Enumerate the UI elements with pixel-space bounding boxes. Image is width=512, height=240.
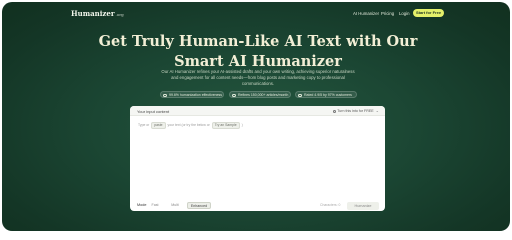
mode-enhanced-button[interactable]: Enhanced <box>187 201 211 209</box>
character-count: Characters: 0 <box>320 203 341 207</box>
chevron-down-icon: ⌄ <box>375 108 379 113</box>
hero-title: Get Truly Human-Like AI Text with Our Sm… <box>98 32 418 72</box>
star-icon <box>298 93 302 97</box>
humanize-button[interactable]: Humanize <box>347 201 379 210</box>
hero-subtitle: Our AI Humanizer refines your AI-assiste… <box>161 69 355 86</box>
editor-card: Your input content Turn this into for FR… <box>130 106 385 211</box>
mode-multi-button[interactable]: Multi <box>167 202 183 209</box>
mode-label: Mode <box>137 203 147 207</box>
hint-middle: your text (or try the below or <box>167 123 210 127</box>
page-frame: Humanizer.org AI Humanizer Pricing Login… <box>2 2 510 231</box>
logo-text: Humanizer <box>71 9 115 18</box>
check-circle-icon <box>163 93 167 97</box>
editor-header: Your input content Turn this into for FR… <box>130 106 385 116</box>
top-nav: Humanizer.org AI Humanizer Pricing Login… <box>2 2 510 24</box>
badge-rating: Rated 4.9/5 by 97% customers <box>295 91 357 98</box>
badge-effectiveness: 99.6% humanization effectiveness <box>160 91 224 98</box>
badge-label: Rated 4.9/5 by 97% customers <box>304 93 352 97</box>
hero-title-line1: Get Truly Human-Like AI Text with Our <box>98 33 418 50</box>
output-mode-select[interactable]: Turn this into for FREE ⌄ <box>333 108 379 114</box>
output-mode-label: Turn this into for FREE <box>337 109 374 113</box>
try-sample-chip[interactable]: Try an Sample <box>211 122 240 129</box>
editor-footer: Mode Fast Multi Enhanced Characters: 0 H… <box>130 199 385 211</box>
hint-prefix: Type or <box>138 123 150 127</box>
nav-link-pricing[interactable]: Pricing <box>381 11 394 16</box>
stats-badges: 99.6% humanization effectiveness Refines… <box>2 91 510 98</box>
input-hint[interactable]: Type or paste your text (or try the belo… <box>138 122 243 129</box>
paste-chip[interactable]: paste <box>151 122 166 129</box>
mode-fast-button[interactable]: Fast <box>148 202 162 209</box>
start-free-button[interactable]: Start for Free <box>413 9 444 17</box>
badge-articles: Refines 150,000+ articles/month <box>229 91 291 98</box>
badge-label: 99.6% humanization effectiveness <box>169 93 223 97</box>
logo[interactable]: Humanizer.org <box>71 9 124 18</box>
hint-suffix: ) <box>241 123 243 127</box>
editor-title: Your input content <box>137 109 170 114</box>
globe-icon <box>333 109 337 113</box>
logo-suffix: .org <box>115 12 124 17</box>
document-icon <box>232 93 236 97</box>
nav-link-login[interactable]: Login <box>399 11 410 16</box>
nav-link-ai-humanizer[interactable]: AI Humanizer <box>353 11 379 16</box>
badge-label: Refines 150,000+ articles/month <box>238 93 289 97</box>
